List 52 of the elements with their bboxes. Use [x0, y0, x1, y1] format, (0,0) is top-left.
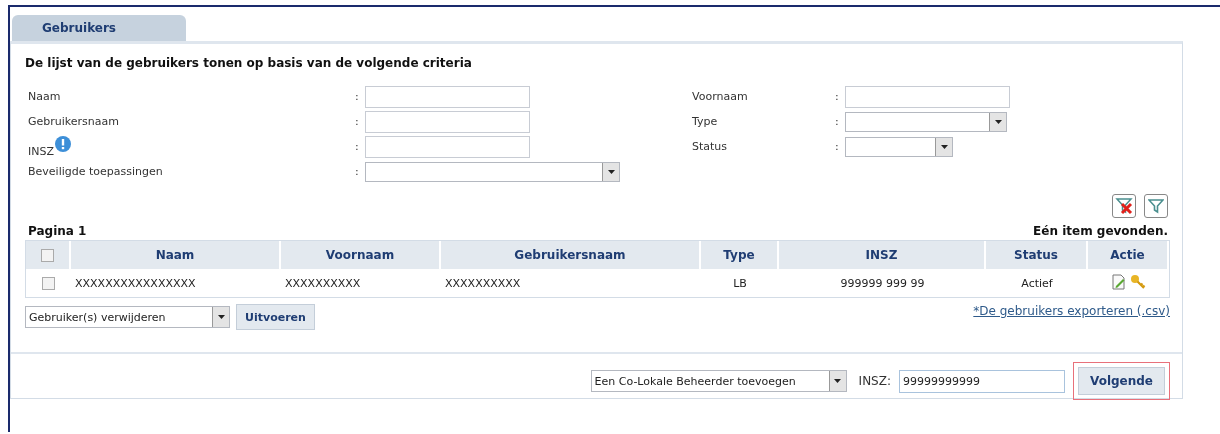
column-header: Status: [986, 241, 1088, 269]
input-field[interactable]: [845, 85, 1010, 108]
field-label: Gebruikersnaam: [28, 115, 119, 128]
dropdown-field[interactable]: [845, 111, 1007, 132]
colon: :: [835, 90, 840, 103]
table-cell-text: XXXXXXXXXX: [444, 275, 522, 292]
field-label: Status: [692, 140, 728, 153]
edit-icon[interactable]: [1111, 273, 1126, 290]
tab[interactable]: Gebruikers: [12, 15, 186, 41]
row-checkbox[interactable]: [42, 276, 55, 290]
select-all-checkbox[interactable]: [41, 249, 54, 262]
table-cell-text: LB: [732, 275, 748, 292]
column-header: Actie: [1088, 241, 1169, 269]
colon: :: [355, 140, 360, 153]
column-header: Naam: [71, 241, 281, 269]
insz-input[interactable]: 99999999999: [899, 369, 1065, 393]
action-dropdown[interactable]: Gebruiker(s) verwijderen: [25, 306, 230, 328]
execute-button[interactable]: Uitvoeren: [236, 304, 315, 330]
field-label: Naam: [28, 90, 61, 103]
table-cell-text: XXXXXXXXXX: [284, 275, 362, 292]
field-label: Voornaam: [692, 90, 748, 103]
colon: :: [835, 115, 840, 128]
dropdown-field[interactable]: [845, 136, 953, 157]
colon: :: [355, 90, 360, 103]
column-header: INSZ: [779, 241, 986, 269]
clear-filter-button[interactable]: [1112, 194, 1136, 218]
section-title: De lijst van de gebruikers tonen op basis van de volgende criteria: [25, 56, 473, 70]
table-cell-text: Actief: [1020, 275, 1054, 292]
column-header: Voornaam: [281, 241, 441, 269]
colon: :: [835, 140, 840, 153]
dropdown-field[interactable]: [365, 161, 620, 182]
field-label: Type: [692, 115, 718, 128]
add-action-dropdown[interactable]: Een Co-Lokale Beheerder toevoegen: [590, 370, 847, 392]
column-header: Type: [701, 241, 779, 269]
filter-button[interactable]: [1144, 194, 1168, 218]
field-label: INSZ: [28, 144, 54, 158]
column-header: Gebruikersnaam: [441, 241, 701, 269]
input-field[interactable]: [365, 110, 530, 133]
field-label: Beveiligde toepassingen: [28, 165, 163, 178]
table-cell-text: 999999 999 99: [839, 275, 926, 292]
next-button[interactable]: Volgende: [1078, 367, 1165, 395]
colon: :: [355, 165, 360, 178]
colon: :: [355, 115, 360, 128]
info-icon[interactable]: [55, 135, 71, 152]
table-cell-text: XXXXXXXXXXXXXXXX: [74, 275, 197, 292]
export-link[interactable]: *De gebruikers exporteren (.csv): [973, 304, 1170, 318]
input-field[interactable]: [365, 135, 530, 158]
insz-label: INSZ:: [858, 374, 891, 388]
key-icon[interactable]: [1129, 273, 1146, 290]
input-field[interactable]: [365, 85, 530, 108]
result-count: Eén item gevonden.: [1033, 224, 1168, 238]
page-label: Pagina 1: [28, 224, 87, 238]
